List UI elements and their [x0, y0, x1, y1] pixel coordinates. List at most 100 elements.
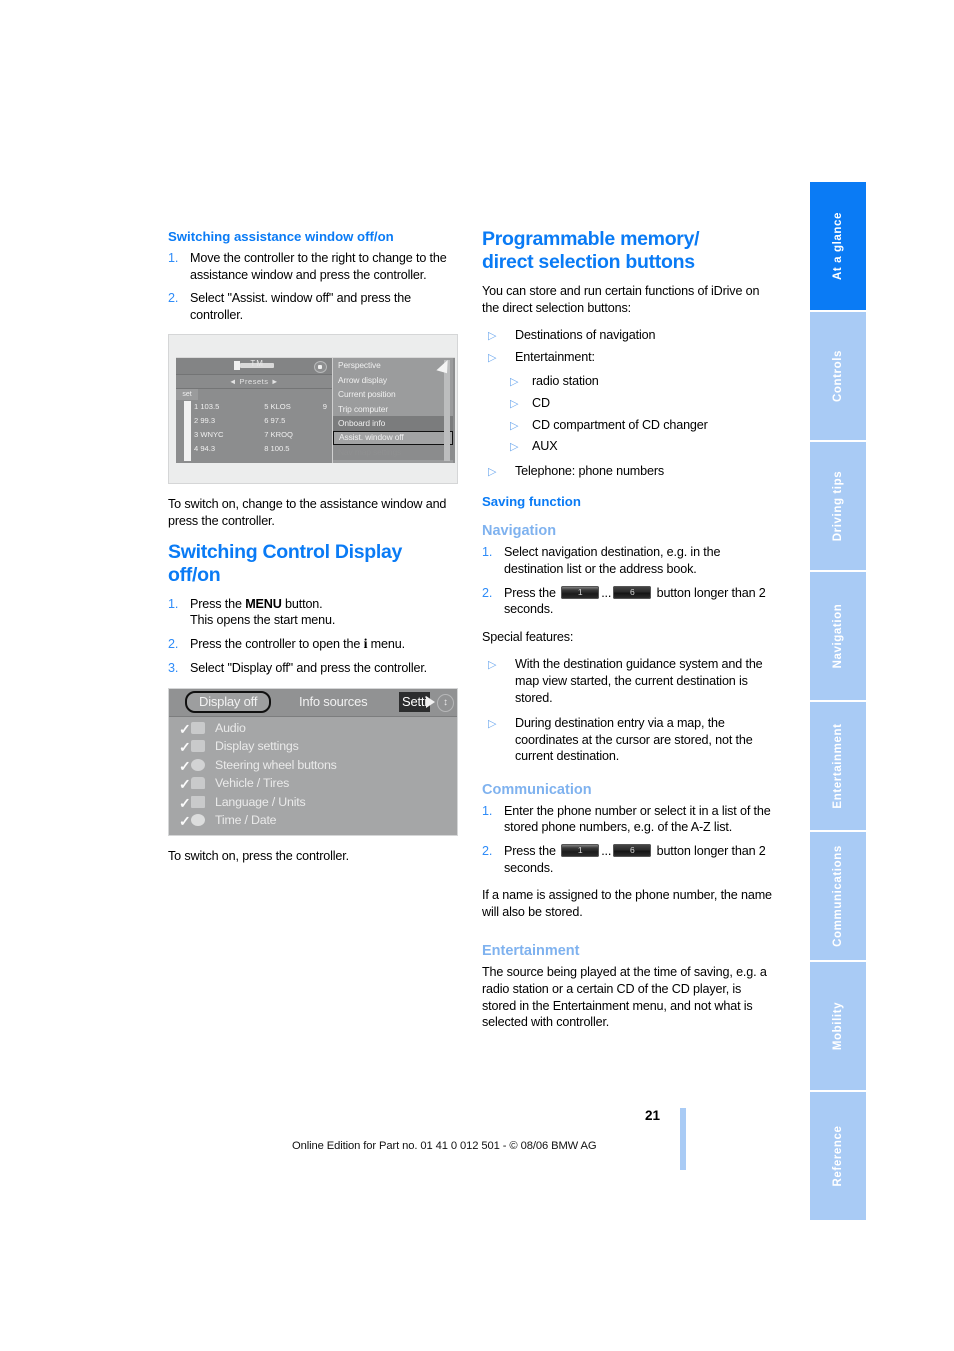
triangle-bullet-icon: ▷	[488, 330, 497, 343]
list-item: 2. Press the 1... 6 button longer than 2 …	[482, 585, 772, 618]
imprint-line: Online Edition for Part no. 01 41 0 012 …	[292, 1140, 597, 1152]
label-special-features: Special features:	[482, 629, 574, 644]
bullet-text: AUX	[532, 439, 558, 454]
list-item-language-units[interactable]: ✓ Language / Units	[169, 793, 457, 812]
heading-entertainment: Entertainment	[482, 943, 580, 960]
heading-navigation: Navigation	[482, 523, 557, 540]
step-text: Enter the phone number or select it in a…	[504, 803, 771, 835]
check-icon: ✓	[179, 720, 191, 737]
footer-rule	[680, 1108, 686, 1170]
triangle-bullet-icon: ▷	[488, 659, 497, 672]
triangle-bullet-icon: ▷	[488, 351, 497, 364]
list-item-time-date[interactable]: ✓ Time / Date	[169, 811, 457, 830]
tab-at-a-glance[interactable]: At a glance	[810, 182, 866, 310]
list-item: ▷ With the destination guidance system a…	[482, 656, 772, 706]
step-number: 1.	[168, 251, 179, 265]
direct-selection-button-6-icon: 6	[613, 844, 652, 858]
menu-item-assist-window-off[interactable]: Assist. window off	[333, 430, 453, 446]
set-tag: set	[176, 389, 198, 401]
chevron-right-icon[interactable]	[426, 695, 435, 708]
menu-item-arrow-display[interactable]: Arrow display	[333, 373, 453, 388]
screenshot-start-menu: Display off Info sources Setti ↕ ✓ Audio…	[168, 687, 458, 836]
menu-scrollbar[interactable]	[444, 360, 450, 462]
preset-row: 1 103.5 5 KLOS 9	[194, 402, 329, 416]
bullet-text: Destinations of navigation	[515, 328, 656, 343]
tab-controls[interactable]: Controls	[810, 312, 866, 440]
preset-row: 3 WNYC 7 KROQ	[194, 430, 329, 444]
band-label: TM	[250, 359, 264, 369]
list-item-label: Language / Units	[215, 794, 306, 809]
screenshot-radio-preset: TM ◄ Presets ► set 1 103.5 5 KLOS 9 2 99…	[168, 334, 458, 485]
clock-icon	[191, 814, 205, 827]
steps-control-display: 1. Press the MENU button. This opens the …	[168, 596, 458, 677]
left-scroll-column	[184, 401, 191, 462]
steps-navigation: 1. Select navigation destination, e.g. i…	[482, 544, 772, 617]
list-item-vehicle-tires[interactable]: ✓ Vehicle / Tires	[169, 774, 457, 793]
radio-screen-inner: TM ◄ Presets ► set 1 103.5 5 KLOS 9 2 99…	[176, 357, 455, 464]
presets-bar: ◄ Presets ►	[176, 375, 332, 390]
key-label: 1	[577, 586, 583, 597]
tab-driving-tips[interactable]: Driving tips	[810, 442, 866, 570]
heading-line-2: direct selection buttons	[482, 251, 695, 273]
menu-item-perspective[interactable]: Perspective	[333, 358, 453, 373]
list-item: ▷ CD	[482, 395, 772, 412]
list-item-label: Audio	[215, 720, 246, 735]
triangle-bullet-icon: ▷	[488, 718, 497, 731]
preset-middle: 8 100.5	[264, 444, 290, 454]
ellipsis: ...	[601, 585, 612, 600]
tab-communications[interactable]: Communications	[810, 832, 866, 960]
menu-item-current-position[interactable]: Current position	[333, 387, 453, 402]
list-item-steering-wheel-buttons[interactable]: ✓ Steering wheel buttons	[169, 756, 457, 775]
list-item: ▷ Entertainment:	[482, 349, 772, 366]
list-item: 2. Press the controller to open the i me…	[168, 636, 458, 654]
tab-label: At a glance	[832, 212, 844, 280]
text-switch-on-assistance: To switch on, change to the assistance w…	[168, 497, 447, 528]
check-icon: ✓	[179, 757, 191, 774]
list-item: 3. Select "Display off" and press the co…	[168, 660, 458, 677]
bullet-text: Entertainment:	[515, 349, 595, 364]
tab-navigation[interactable]: Navigation	[810, 572, 866, 700]
menu-item-nav-map-settings[interactable]: Nav map settings	[333, 445, 453, 460]
tab-label: Navigation	[832, 603, 844, 669]
list-item-display-settings[interactable]: ✓ Display settings	[169, 737, 457, 756]
bullets-special-features: ▷ With the destination guidance system a…	[482, 656, 772, 765]
preset-middle: 5 KLOS	[264, 402, 291, 412]
list-item: ▷ radio station	[482, 373, 772, 390]
check-icon: ✓	[179, 813, 191, 830]
radio-band-bar: TM	[176, 358, 332, 376]
figure-radio-assistance-window: TM ◄ Presets ► set 1 103.5 5 KLOS 9 2 99…	[168, 334, 458, 485]
step-number: 2.	[482, 844, 493, 859]
preset-middle: 7 KROQ	[264, 430, 293, 440]
menu-item-display-off[interactable]: Display off	[185, 690, 272, 713]
menu-item-info-sources[interactable]: Info sources	[299, 692, 368, 712]
list-item: 1. Enter the phone number or select it i…	[482, 803, 772, 836]
triangle-bullet-icon: ▷	[510, 376, 519, 389]
list-item: ▷ During destination entry via a map, th…	[482, 715, 772, 765]
preset-left: 3 WNYC	[194, 430, 224, 440]
list-item-label: Steering wheel buttons	[215, 757, 337, 772]
tab-label: Driving tips	[832, 470, 844, 542]
triangle-bullet-icon: ▷	[510, 397, 519, 410]
audio-icon	[191, 721, 205, 734]
list-item-audio[interactable]: ✓ Audio	[169, 719, 457, 738]
bullets-functions: ▷ Destinations of navigation ▷ Entertain…	[482, 327, 772, 365]
figure-start-menu: Display off Info sources Setti ↕ ✓ Audio…	[168, 687, 458, 836]
step-text: Select "Display off" and press the contr…	[190, 661, 428, 676]
page-footer: 21 Online Edition for Part no. 01 41 0 0…	[0, 1108, 954, 1168]
page-number: 21	[645, 1108, 661, 1123]
up-down-arrow-icon[interactable]: ↕	[437, 693, 454, 712]
heading-line-1: Programmable memory/	[482, 228, 700, 250]
section-tab-rail: At a glance Controls Driving tips Naviga…	[810, 182, 866, 1220]
list-item: ▷ Destinations of navigation	[482, 327, 772, 344]
bullet-text: With the destination guidance system and…	[515, 657, 763, 705]
menu-item-trip-computer[interactable]: Trip computer	[333, 402, 453, 417]
steps-assistance-window: 1. Move the controller to the right to c…	[168, 250, 458, 323]
menu-item-onboard-info[interactable]: Onboard info	[333, 416, 453, 431]
tab-entertainment[interactable]: Entertainment	[810, 702, 866, 830]
tab-mobility[interactable]: Mobility	[810, 962, 866, 1090]
step-text: Select navigation destination, e.g. in t…	[504, 545, 721, 576]
list-item: 1. Select navigation destination, e.g. i…	[482, 544, 772, 577]
bullet-text: radio station	[532, 374, 599, 389]
step-text-before: Press the	[504, 585, 560, 600]
preset-left: 4 94.3	[194, 444, 216, 454]
